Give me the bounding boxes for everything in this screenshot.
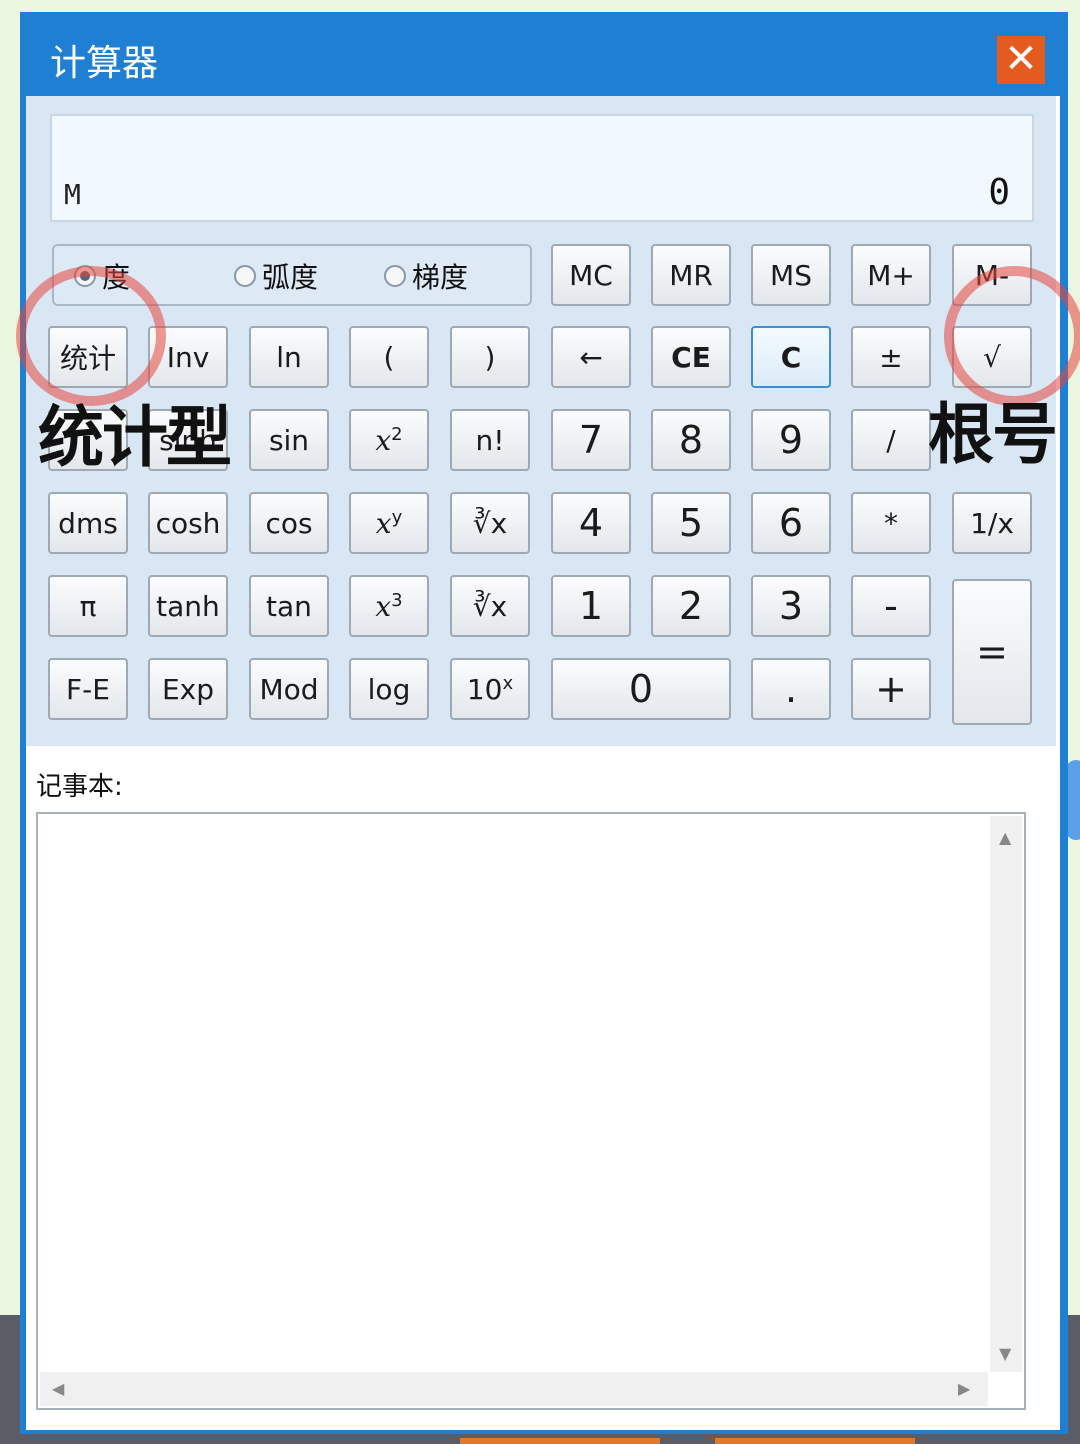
radio-button-icon[interactable] [234, 265, 256, 287]
left-paren-button[interactable]: ( [349, 326, 429, 388]
exp-button[interactable]: Exp [148, 658, 228, 720]
square-button[interactable]: x2 [349, 409, 429, 471]
clear-button[interactable]: C [751, 326, 831, 388]
background-decoration [715, 1438, 915, 1444]
radio-label: 弧度 [262, 261, 319, 294]
background-decoration [1066, 760, 1080, 840]
factorial-button[interactable]: n! [450, 409, 530, 471]
cube-exponent: 3 [391, 589, 403, 611]
digit-6-button[interactable]: 6 [751, 492, 831, 554]
digit-9-button[interactable]: 9 [751, 409, 831, 471]
m-plus-button[interactable]: M+ [851, 244, 931, 306]
horizontal-scrollbar[interactable]: ◀ ▶ [40, 1372, 988, 1406]
memory-indicator: M [64, 178, 81, 211]
radio-label: 梯度 [412, 261, 469, 294]
title-bar[interactable]: 计算器 ✕ [20, 12, 1068, 94]
add-button[interactable]: + [851, 658, 931, 720]
square-exponent: 2 [391, 423, 403, 445]
background-decoration [460, 1438, 660, 1444]
cube-base: x [375, 589, 392, 623]
radio-radians[interactable]: 弧度 [234, 260, 318, 294]
cosh-button[interactable]: cosh [148, 492, 228, 554]
dms-button[interactable]: dms [48, 492, 128, 554]
ten-power-button[interactable]: 10 x [450, 658, 530, 720]
nth-root-button[interactable]: ∛x [450, 492, 530, 554]
annotation-label-statistics: 统计型 [38, 399, 232, 476]
calculator-panel: M 0 度 弧度 梯度 MC MR MS M+ M- 统计 Inv ln ()… [16, 96, 1080, 746]
pi-button[interactable]: π [48, 575, 128, 637]
subtract-button[interactable]: - [851, 575, 931, 637]
digit-8-button[interactable]: 8 [651, 409, 731, 471]
negate-button[interactable]: ± [851, 326, 931, 388]
decimal-button[interactable]: . [751, 658, 831, 720]
mod-button[interactable]: Mod [249, 658, 329, 720]
right-paren-button[interactable]: ) [450, 326, 530, 388]
multiply-button[interactable]: * [851, 492, 931, 554]
ten-power-base: 10 [466, 672, 503, 706]
ten-power-exponent: x [502, 672, 514, 694]
cube-root-button[interactable]: ∛x [450, 575, 530, 637]
calculator-window: 计算器 ✕ M 0 度 弧度 梯度 MC MR MS M+ M- 统计 Inv … [16, 12, 1080, 1434]
digit-7-button[interactable]: 7 [551, 409, 631, 471]
digit-0-button[interactable]: 0 [551, 658, 731, 720]
power-base: x [375, 506, 392, 540]
radio-button-icon[interactable] [384, 265, 406, 287]
digit-4-button[interactable]: 4 [551, 492, 631, 554]
digit-5-button[interactable]: 5 [651, 492, 731, 554]
power-exponent: y [391, 506, 403, 528]
digit-2-button[interactable]: 2 [651, 575, 731, 637]
display-value: 0 [988, 172, 1010, 213]
mr-button[interactable]: MR [651, 244, 731, 306]
cube-button[interactable]: x3 [349, 575, 429, 637]
client-area: M 0 度 弧度 梯度 MC MR MS M+ M- 统计 Inv ln ()… [16, 96, 1080, 1430]
close-button[interactable]: ✕ [997, 36, 1045, 84]
annotation-label-square-root: 根号 [928, 396, 1058, 473]
notepad-textarea[interactable]: ▲ ▼ ◀ ▶ [36, 812, 1026, 1410]
log-button[interactable]: log [349, 658, 429, 720]
cos-button[interactable]: cos [249, 492, 329, 554]
notepad-label: 记事本: [36, 772, 123, 802]
tan-button[interactable]: tan [249, 575, 329, 637]
equals-button[interactable]: = [952, 579, 1032, 725]
radio-gradians[interactable]: 梯度 [384, 260, 468, 294]
window-title: 计算器 [50, 43, 159, 84]
digit-3-button[interactable]: 3 [751, 575, 831, 637]
backspace-button[interactable]: ← [551, 326, 631, 388]
scroll-down-arrow-icon[interactable]: ▼ [999, 1344, 1011, 1363]
fe-button[interactable]: F-E [48, 658, 128, 720]
tanh-button[interactable]: tanh [148, 575, 228, 637]
vertical-scrollbar[interactable]: ▲ ▼ [990, 816, 1022, 1372]
scroll-right-arrow-icon[interactable]: ▶ [958, 1379, 970, 1398]
mc-button[interactable]: MC [551, 244, 631, 306]
ln-button[interactable]: ln [249, 326, 329, 388]
scroll-left-arrow-icon[interactable]: ◀ [52, 1379, 64, 1398]
reciprocal-button[interactable]: 1/x [952, 492, 1032, 554]
square-base: x [375, 423, 392, 457]
display: M 0 [50, 114, 1034, 222]
sin-button[interactable]: sin [249, 409, 329, 471]
clear-entry-button[interactable]: CE [651, 326, 731, 388]
digit-1-button[interactable]: 1 [551, 575, 631, 637]
scroll-up-arrow-icon[interactable]: ▲ [999, 828, 1011, 847]
divide-button[interactable]: / [851, 409, 931, 471]
ms-button[interactable]: MS [751, 244, 831, 306]
power-button[interactable]: xy [349, 492, 429, 554]
